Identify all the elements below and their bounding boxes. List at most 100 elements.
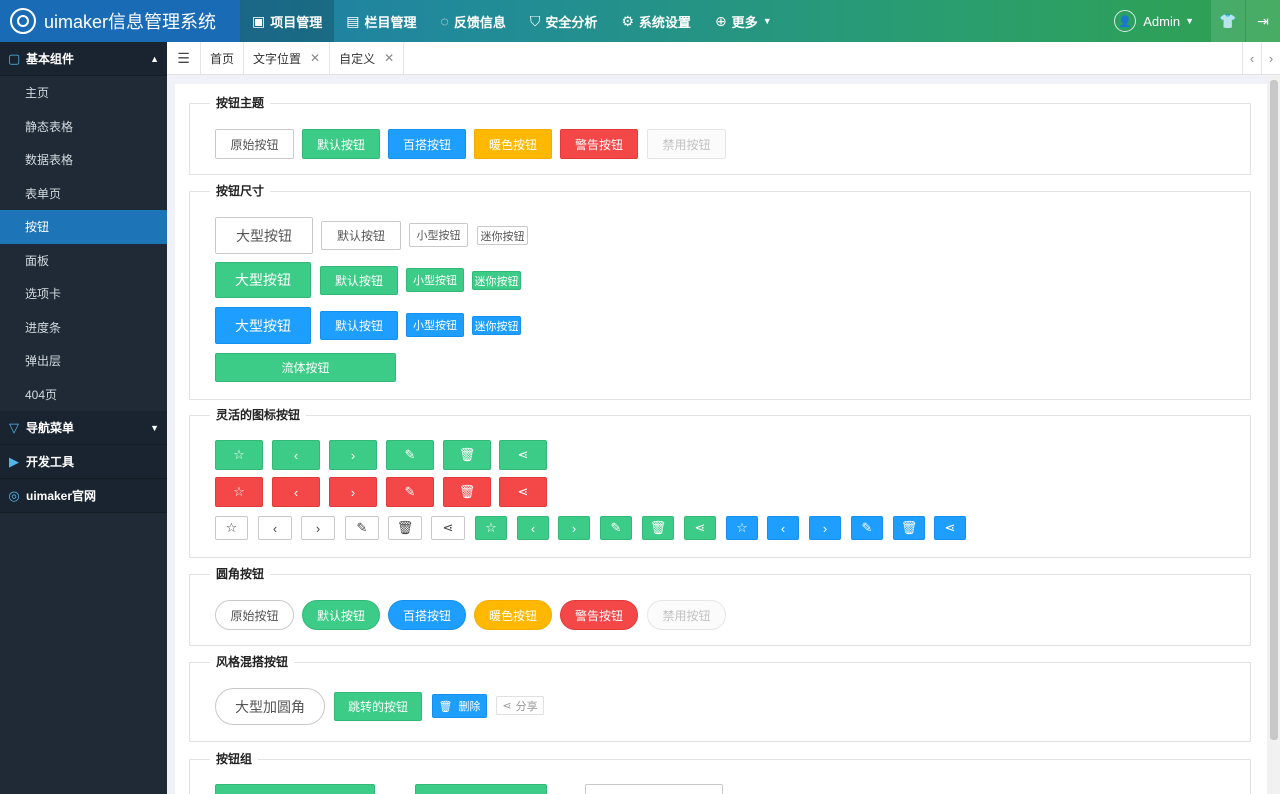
topnav-more[interactable]: ⊕ 更多 ▼ <box>703 0 784 42</box>
scrollbar-thumb[interactable] <box>1270 80 1278 740</box>
edit-button[interactable]: ✎ <box>386 440 434 470</box>
button-group-green[interactable] <box>215 784 375 794</box>
sidebar-item-home[interactable]: 主页 <box>0 76 167 110</box>
topnav-security[interactable]: ⛉ 安全分析 <box>518 0 610 42</box>
share-button[interactable]: ⋖ <box>499 440 547 470</box>
large-button[interactable]: 大型按钮 <box>215 262 311 298</box>
button-group-primary[interactable] <box>585 784 723 794</box>
topnav-feedback[interactable]: ◌ 反馈信息 <box>429 0 518 42</box>
prev-button[interactable]: ‹ <box>272 440 320 470</box>
star-icon: ☆ <box>485 520 497 535</box>
share-button[interactable]: ⋖ <box>934 516 966 540</box>
sidebar-item-panel[interactable]: 面板 <box>0 244 167 278</box>
delete-button[interactable]: 🗑 <box>388 516 422 540</box>
sidebar-item-form[interactable]: 表单页 <box>0 177 167 211</box>
large-round-button[interactable]: 大型加圆角 <box>215 688 325 725</box>
sidebar-item-button[interactable]: 按钮 <box>0 210 167 244</box>
topnav-column[interactable]: ▤ 栏目管理 <box>334 0 428 42</box>
sidebar-item-data-table[interactable]: 数据表格 <box>0 143 167 177</box>
share-button[interactable]: ⋖ 分享 <box>496 696 544 715</box>
fluid-button[interactable]: 流体按钮 <box>215 353 396 382</box>
small-button[interactable]: 小型按钮 <box>406 268 464 292</box>
small-button[interactable]: 小型按钮 <box>406 313 464 337</box>
button-group-icons[interactable] <box>415 784 547 794</box>
normal-round-button[interactable]: 百搭按钮 <box>388 600 466 630</box>
sidebar-item-static-table[interactable]: 静态表格 <box>0 110 167 144</box>
close-icon[interactable]: ✕ <box>384 51 394 65</box>
primary-round-button[interactable]: 原始按钮 <box>215 600 294 630</box>
delete-button[interactable]: 🗑 <box>893 516 925 540</box>
tab-prev-button[interactable]: ‹ <box>1242 42 1261 74</box>
share-button[interactable]: ⋖ <box>499 477 547 507</box>
edit-button[interactable]: ✎ <box>345 516 379 540</box>
next-button[interactable]: › <box>301 516 335 540</box>
star-button[interactable]: ☆ <box>215 477 263 507</box>
prev-button[interactable]: ‹ <box>258 516 292 540</box>
primary-button[interactable]: 原始按钮 <box>215 129 294 159</box>
share-button[interactable]: ⋖ <box>431 516 465 540</box>
star-button[interactable]: ☆ <box>215 516 248 540</box>
default-size-button[interactable]: 默认按钮 <box>321 221 401 250</box>
delete-button[interactable]: 🗑 删除 <box>432 694 487 718</box>
chevron-left-icon: ‹ <box>780 520 786 536</box>
warm-button[interactable]: 暖色按钮 <box>474 129 552 159</box>
tab-menu-button[interactable]: ☰ <box>167 42 201 74</box>
sidebar-group-devtools[interactable]: ▶ 开发工具 <box>0 445 167 479</box>
danger-button[interactable]: 警告按钮 <box>560 129 638 159</box>
tab-text-position[interactable]: 文字位置 ✕ <box>244 42 331 74</box>
danger-round-button[interactable]: 警告按钮 <box>560 600 638 630</box>
menu-icon: ☰ <box>177 49 190 66</box>
default-round-button[interactable]: 默认按钮 <box>302 600 380 630</box>
logout-button[interactable]: ⇥ <box>1246 0 1280 42</box>
share-button[interactable]: ⋖ <box>684 516 716 540</box>
star-button[interactable]: ☆ <box>475 516 507 540</box>
edit-button[interactable]: ✎ <box>851 516 883 540</box>
next-button[interactable]: › <box>329 440 377 470</box>
next-button[interactable]: › <box>329 477 377 507</box>
prev-button[interactable]: ‹ <box>517 516 549 540</box>
edit-button[interactable]: ✎ <box>600 516 632 540</box>
next-button[interactable]: › <box>558 516 590 540</box>
prev-button[interactable]: ‹ <box>767 516 799 540</box>
star-button[interactable]: ☆ <box>726 516 758 540</box>
sidebar-item-404[interactable]: 404页 <box>0 378 167 412</box>
small-button[interactable]: 小型按钮 <box>409 223 468 247</box>
jump-button[interactable]: 跳转的按钮 <box>334 692 422 721</box>
share-icon: ⋖ <box>502 700 512 712</box>
tab-next-button[interactable]: › <box>1261 42 1280 74</box>
next-button[interactable]: › <box>809 516 841 540</box>
mini-button[interactable]: 迷你按钮 <box>472 316 521 335</box>
section-button-groups: 按钮组 <box>189 751 1251 794</box>
topnav-project[interactable]: ▣ 项目管理 <box>240 0 335 42</box>
brand[interactable]: uimaker信息管理系统 <box>0 0 240 42</box>
sidebar-group-site[interactable]: ◎ uimaker官网 <box>0 479 167 513</box>
default-button[interactable]: 默认按钮 <box>302 129 380 159</box>
user-menu[interactable]: 👤 Admin ▼ <box>1098 0 1210 42</box>
mini-button[interactable]: 迷你按钮 <box>472 271 521 290</box>
sidebar-group-nav[interactable]: ▽ 导航菜单 ▼ <box>0 411 167 445</box>
user-name: Admin <box>1143 13 1181 29</box>
warm-round-button[interactable]: 暖色按钮 <box>474 600 552 630</box>
close-icon[interactable]: ✕ <box>310 51 320 65</box>
normal-button[interactable]: 百搭按钮 <box>388 129 466 159</box>
topnav-settings[interactable]: ⚙ 系统设置 <box>609 0 703 42</box>
large-button[interactable]: 大型按钮 <box>215 217 313 254</box>
tab-home[interactable]: 首页 <box>201 42 245 74</box>
chevron-right-icon: › <box>1268 50 1274 66</box>
prev-button[interactable]: ‹ <box>272 477 320 507</box>
skin-button[interactable]: 👕 <box>1211 0 1245 42</box>
delete-button[interactable]: 🗑 <box>443 440 491 470</box>
star-button[interactable]: ☆ <box>215 440 263 470</box>
default-size-button[interactable]: 默认按钮 <box>320 311 398 340</box>
delete-button[interactable]: 🗑 <box>443 477 491 507</box>
edit-button[interactable]: ✎ <box>386 477 434 507</box>
default-size-button[interactable]: 默认按钮 <box>320 266 398 295</box>
sidebar-item-progress[interactable]: 进度条 <box>0 311 167 345</box>
sidebar-item-layer[interactable]: 弹出层 <box>0 344 167 378</box>
mini-button[interactable]: 迷你按钮 <box>477 226 528 245</box>
large-button[interactable]: 大型按钮 <box>215 307 311 344</box>
sidebar-item-tabs[interactable]: 选项卡 <box>0 277 167 311</box>
sidebar-group-basic[interactable]: ▢ 基本组件 ▲ <box>0 42 167 76</box>
tab-custom[interactable]: 自定义 ✕ <box>330 42 405 74</box>
delete-button[interactable]: 🗑 <box>642 516 674 540</box>
